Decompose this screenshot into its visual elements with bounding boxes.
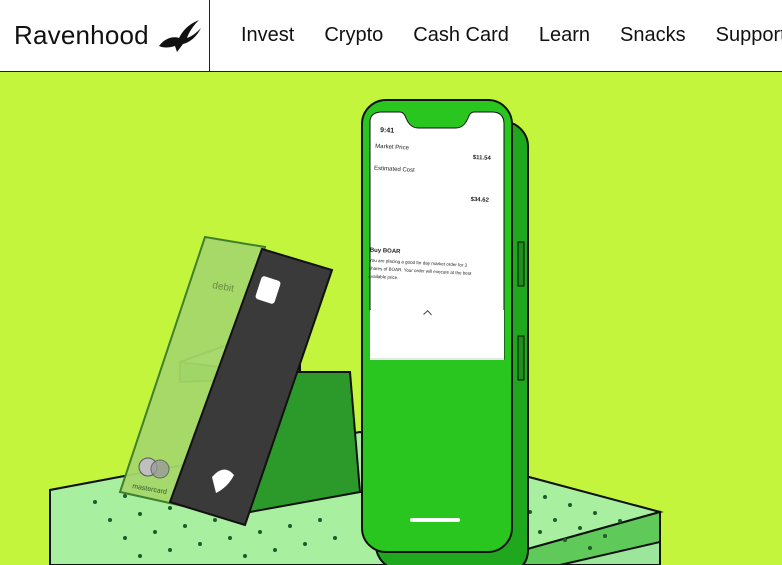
status-time: 9:41 bbox=[380, 127, 394, 135]
nav-item-learn[interactable]: Learn bbox=[524, 24, 605, 47]
estimated-cost-value: $34.62 bbox=[470, 197, 489, 204]
nav-item-cash-card[interactable]: Cash Card bbox=[398, 24, 524, 47]
nav-item-snacks[interactable]: Snacks bbox=[605, 24, 701, 47]
top-navigation-bar: Ravenhood Invest Crypto Cash Card Learn … bbox=[0, 0, 782, 72]
nav-item-invest[interactable]: Invest bbox=[226, 24, 309, 47]
brand-name: Ravenhood bbox=[14, 20, 149, 50]
brand-logo[interactable]: Ravenhood bbox=[0, 0, 210, 71]
hero-illustration: debit mastercard 9:41 Market Price $11.5… bbox=[49, 99, 664, 565]
nav-item-crypto[interactable]: Crypto bbox=[309, 24, 398, 47]
main-nav: Invest Crypto Cash Card Learn Snacks Sup… bbox=[226, 0, 782, 71]
market-price-value: $11.54 bbox=[473, 155, 492, 162]
hero-section: debit mastercard 9:41 Market Price $11.5… bbox=[0, 72, 782, 565]
nav-item-support[interactable]: Support bbox=[701, 24, 782, 47]
bird-icon bbox=[158, 19, 201, 52]
